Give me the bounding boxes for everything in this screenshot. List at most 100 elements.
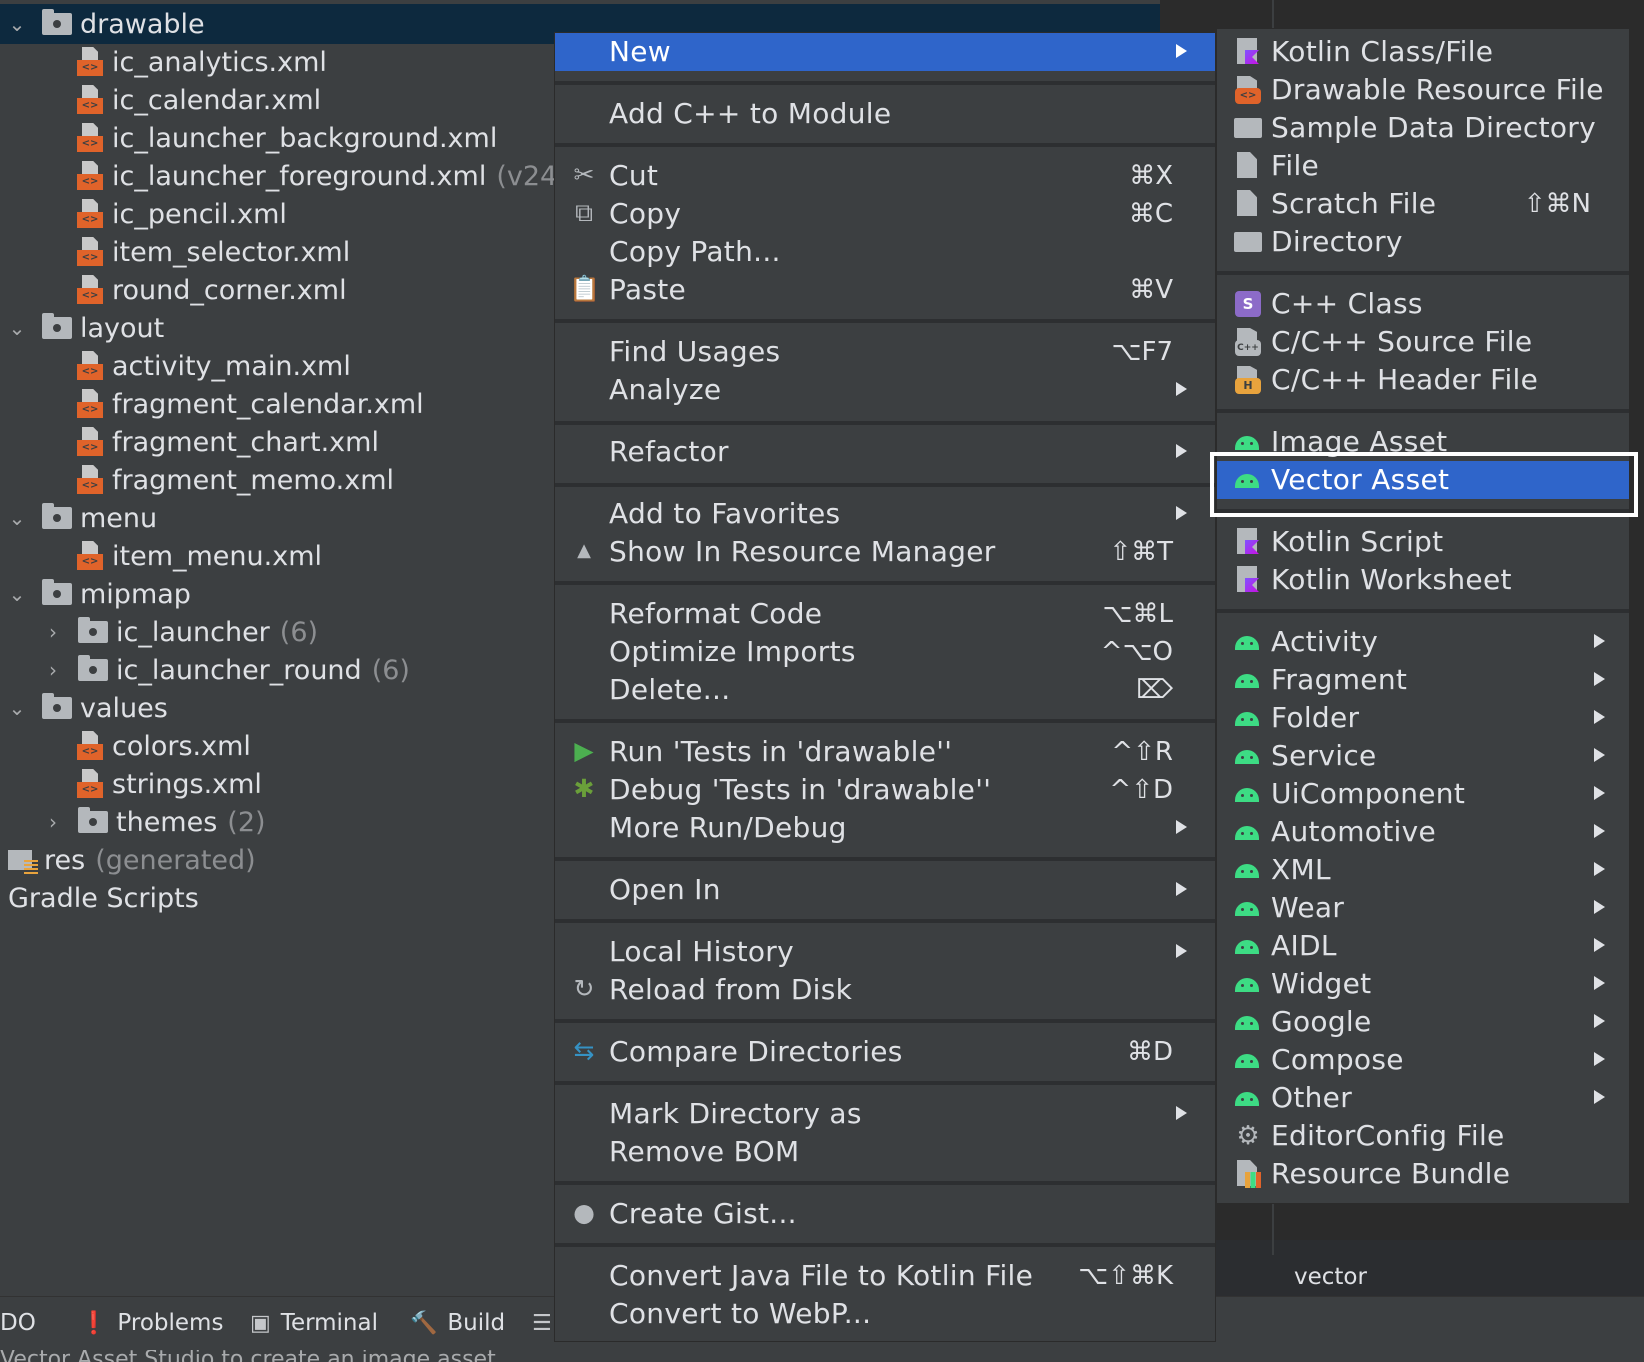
xml-file-icon: <> [76,85,104,115]
tree-row[interactable]: <> ic_calendar.xml [76,80,321,120]
tree-row[interactable]: <> round_corner.xml [76,270,347,310]
toolbar-more-button[interactable]: ☰ [532,1305,562,1341]
submenu-item-wear[interactable]: Wear [1217,889,1629,927]
submenu-item-sample-data-directory[interactable]: Sample Data Directory [1217,109,1629,147]
chevron-icon[interactable]: › [40,810,66,834]
menu-item-reload-from-disk[interactable]: ↻ Reload from Disk [555,971,1215,1009]
menu-item-copy[interactable]: ⧉ Copy ⌘C [555,195,1215,233]
tree-row[interactable]: ⌄ mipmap [4,574,191,614]
toolbar-terminal-button[interactable]: ▣ Terminal [250,1305,378,1341]
submenu-item-aidl[interactable]: AIDL [1217,927,1629,965]
tree-row-label: res [44,844,86,876]
xml-file-icon: <> [76,275,104,305]
menu-item-local-history[interactable]: Local History [555,933,1215,971]
submenu-item-c-c-header-file[interactable]: H C/C++ Header File [1217,361,1629,399]
submenu-item-directory[interactable]: Directory [1217,223,1629,261]
tree-row[interactable]: res (generated) [8,840,256,880]
submenu-item-uicomponent[interactable]: UiComponent [1217,775,1629,813]
submenu-item-widget[interactable]: Widget [1217,965,1629,1003]
menu-item-delete[interactable]: Delete... ⌦ [555,671,1215,709]
submenu-item-compose[interactable]: Compose [1217,1041,1629,1079]
chevron-icon[interactable]: ⌄ [4,316,30,340]
menu-item-run-tests-in-drawable[interactable]: ▶ Run 'Tests in 'drawable'' ^⇧R [555,733,1215,771]
submenu-item-activity[interactable]: Activity [1217,623,1629,661]
submenu-item-file[interactable]: File [1217,147,1629,185]
tree-row[interactable]: <> strings.xml [76,764,262,804]
tree-row[interactable]: <> colors.xml [76,726,251,766]
tree-row[interactable]: ⌄ menu [4,498,158,538]
menu-item-shortcut: ⌦ [1136,675,1173,705]
submenu-item-folder[interactable]: Folder [1217,699,1629,737]
menu-item-add-c-to-module[interactable]: Add C++ to Module [555,95,1215,133]
menu-item-open-in[interactable]: Open In [555,871,1215,909]
tree-row[interactable]: › ic_launcher_round (6) [40,650,410,690]
menu-item-new[interactable]: New [555,33,1215,71]
tree-row[interactable]: <> fragment_calendar.xml [76,384,424,424]
tree-row[interactable]: <> fragment_memo.xml [76,460,394,500]
menu-item-debug-tests-in-drawable[interactable]: ✱ Debug 'Tests in 'drawable'' ^⇧D [555,771,1215,809]
tree-row[interactable]: <> ic_launcher_foreground.xml (v24) [76,156,568,196]
tree-row[interactable]: Gradle Scripts [0,878,199,918]
menu-item-analyze[interactable]: Analyze [555,371,1215,409]
submenu-item-drawable-resource-file[interactable]: <> Drawable Resource File [1217,71,1629,109]
submenu-item-editorconfig-file[interactable]: ⚙ EditorConfig File [1217,1117,1629,1155]
tree-row[interactable]: <> item_menu.xml [76,536,322,576]
tree-row[interactable]: ⌄ values [4,688,168,728]
submenu-item-resource-bundle[interactable]: Resource Bundle [1217,1155,1629,1193]
menu-item-reformat-code[interactable]: Reformat Code ⌥⌘L [555,595,1215,633]
submenu-item-kotlin-script[interactable]: Kotlin Script [1217,523,1629,561]
folder-icon [78,617,108,643]
tree-row[interactable]: <> fragment_chart.xml [76,422,379,462]
menu-item-compare-directories[interactable]: ⇆ Compare Directories ⌘D [555,1033,1215,1071]
menu-item-paste[interactable]: 📋 Paste ⌘V [555,271,1215,309]
menu-item-convert-java-file-to-kotlin-file[interactable]: Convert Java File to Kotlin File ⌥⇧⌘K [555,1257,1215,1295]
submenu-item-other[interactable]: Other [1217,1079,1629,1117]
menu-item-remove-bom[interactable]: Remove BOM [555,1133,1215,1171]
submenu-item-c-c-source-file[interactable]: C++ C/C++ Source File [1217,323,1629,361]
toolbar-problems-button[interactable]: ❗ Problems [80,1305,223,1341]
submenu-item-kotlin-class-file[interactable]: Kotlin Class/File [1217,33,1629,71]
submenu-item-label: Other [1271,1081,1353,1114]
submenu-item-c-class[interactable]: S C++ Class [1217,285,1629,323]
tree-row[interactable]: › themes (2) [40,802,266,842]
tree-row[interactable]: <> item_selector.xml [76,232,350,272]
menu-item-shortcut: ^⇧D [1109,775,1173,805]
tree-row-label: fragment_calendar.xml [112,388,424,420]
chevron-icon[interactable]: ⌄ [4,506,30,530]
submenu-item-xml[interactable]: XML [1217,851,1629,889]
menu-item-more-run-debug[interactable]: More Run/Debug [555,809,1215,847]
tree-row[interactable]: <> ic_analytics.xml [76,42,327,82]
menu-item-convert-to-webp[interactable]: Convert to WebP... [555,1295,1215,1333]
menu-item-add-to-favorites[interactable]: Add to Favorites [555,495,1215,533]
menu-item-optimize-imports[interactable]: Optimize Imports ^⌥O [555,633,1215,671]
menu-item-cut[interactable]: ✂ Cut ⌘X [555,157,1215,195]
chevron-icon[interactable]: ⌄ [4,12,30,36]
menu-item-copy-path[interactable]: Copy Path... [555,233,1215,271]
menu-item-mark-directory-as[interactable]: Mark Directory as [555,1095,1215,1133]
menu-item-refactor[interactable]: Refactor [555,433,1215,471]
tree-row-label: values [80,692,168,724]
tree-row[interactable]: › ic_launcher (6) [40,612,318,652]
submenu-item-google[interactable]: Google [1217,1003,1629,1041]
menu-item-show-in-resource-manager[interactable]: ▲ Show In Resource Manager ⇧⌘T [555,533,1215,571]
tree-row[interactable]: <> ic_launcher_background.xml [76,118,497,158]
submenu-item-label: Resource Bundle [1271,1157,1511,1190]
menu-item-create-gist[interactable]: ● Create Gist... [555,1195,1215,1233]
menu-item-find-usages[interactable]: Find Usages ⌥F7 [555,333,1215,371]
chevron-icon[interactable]: › [40,658,66,682]
toolbar-do-button[interactable]: DO [0,1305,36,1341]
tree-row[interactable]: ⌄ layout [4,308,165,348]
tree-row-label: ic_calendar.xml [112,84,322,116]
submenu-item-scratch-file[interactable]: Scratch File ⇧⌘N [1217,185,1629,223]
submenu-item-kotlin-worksheet[interactable]: Kotlin Worksheet [1217,561,1629,599]
chevron-icon[interactable]: › [40,620,66,644]
toolbar-build-button[interactable]: 🔨 Build [410,1305,505,1341]
tree-row[interactable]: <> activity_main.xml [76,346,351,386]
tree-row[interactable]: <> ic_pencil.xml [76,194,287,234]
chevron-icon[interactable]: ⌄ [4,582,30,606]
chevron-icon[interactable]: ⌄ [4,696,30,720]
tree-row[interactable]: ⌄ drawable [4,4,205,44]
submenu-item-fragment[interactable]: Fragment [1217,661,1629,699]
submenu-item-automotive[interactable]: Automotive [1217,813,1629,851]
submenu-item-service[interactable]: Service [1217,737,1629,775]
